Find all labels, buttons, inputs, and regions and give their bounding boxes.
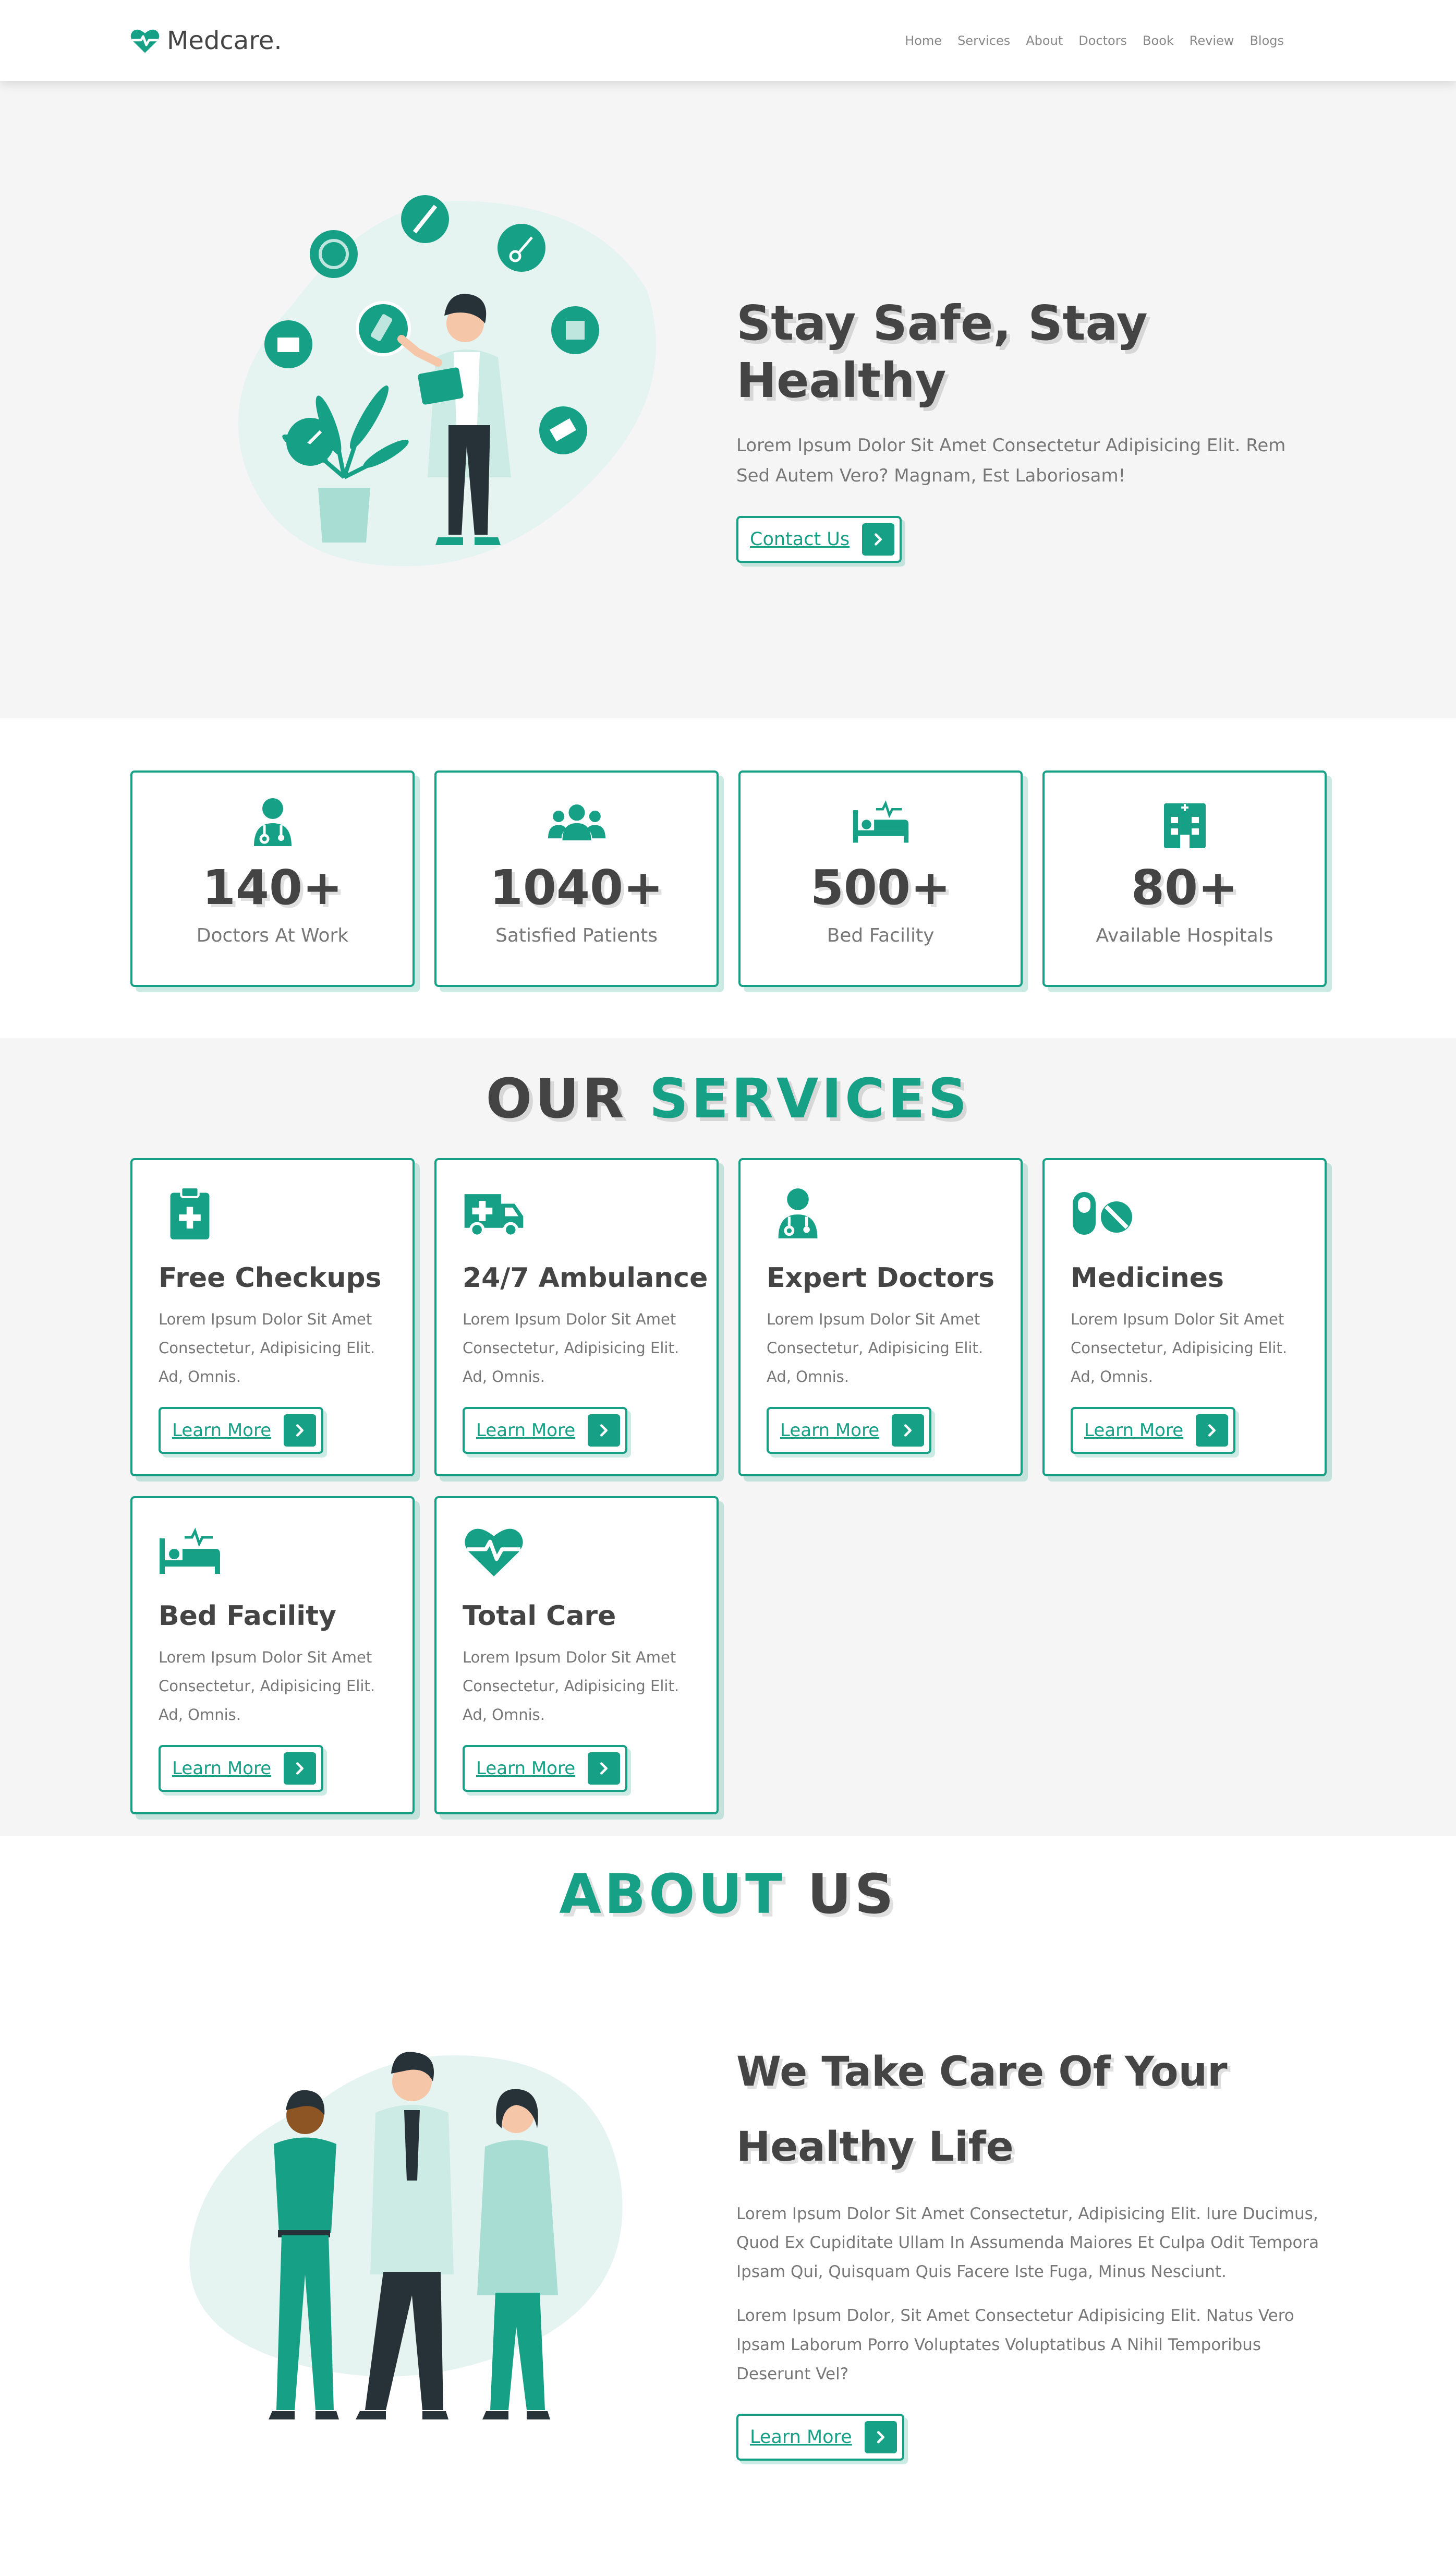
service-description: Lorem Ipsum Dolor Sit Amet Consectetur, … [1071, 1310, 1288, 1386]
services-heading: OUR SERVICES [0, 1067, 1456, 1130]
clipboard-icon [159, 1186, 221, 1241]
about-title: We Take Care Of Your Healthy Life [736, 2049, 1228, 2171]
learn-more-label: Learn More [750, 2427, 852, 2448]
service-description: Lorem Ipsum Dolor Sit Amet Consectetur, … [767, 1310, 984, 1386]
learn-more-button[interactable]: Learn More [767, 1407, 932, 1454]
learn-more-label: Learn More [780, 1420, 880, 1441]
stat-label: Satisfied Patients [495, 925, 658, 946]
learn-more-label: Learn More [172, 1420, 272, 1441]
learn-more-label: Learn More [476, 1758, 576, 1779]
about-heading-part2: US [807, 1862, 897, 1926]
about-heading: ABOUT US [0, 1862, 1456, 1926]
main-nav: Home Services About Doctors Book Review … [905, 33, 1284, 48]
hero-description: Lorem Ipsum Dolor Sit Amet Consectetur A… [736, 435, 1286, 486]
service-title: 24/7 Ambulance [463, 1262, 708, 1294]
hero-title: Stay Safe, Stay Healthy [736, 295, 1148, 409]
service-title: Free Checkups [159, 1262, 382, 1294]
learn-more-button[interactable]: Learn More [159, 1407, 324, 1454]
stat-label: Doctors At Work [196, 925, 349, 946]
chevron-right-icon [588, 1414, 621, 1447]
learn-more-label: Learn More [172, 1758, 272, 1779]
learn-more-button[interactable]: Learn More [1071, 1407, 1236, 1454]
about-paragraph-2: Lorem Ipsum Dolor, Sit Amet Consectetur … [736, 2306, 1294, 2383]
services-heading-part1: OUR [486, 1067, 627, 1130]
learn-more-button[interactable]: Learn More [159, 1745, 324, 1792]
service-description: Lorem Ipsum Dolor Sit Amet Consectetur, … [463, 1310, 680, 1386]
nav-home[interactable]: Home [905, 33, 942, 48]
services-heading-part2: SERVICES [649, 1067, 970, 1130]
service-title: Total Care [463, 1600, 616, 1632]
heartbeat-icon [463, 1524, 525, 1579]
nav-review[interactable]: Review [1190, 33, 1234, 48]
service-description: Lorem Ipsum Dolor Sit Amet Consectetur, … [159, 1310, 375, 1386]
stat-doctors: 140+ Doctors At Work [130, 770, 415, 987]
about-paragraph-1: Lorem Ipsum Dolor Sit Amet Consectetur, … [736, 2204, 1319, 2282]
users-icon [548, 796, 605, 848]
doctor-illustration [238, 195, 656, 567]
stat-label: Available Hospitals [1096, 925, 1273, 946]
heartbeat-logo-icon [130, 27, 160, 54]
learn-more-button[interactable]: Learn More [463, 1745, 628, 1792]
contact-us-label: Contact Us [750, 529, 850, 550]
chevron-right-icon [892, 1414, 925, 1447]
chevron-right-icon [864, 2421, 897, 2454]
chevron-right-icon [1196, 1414, 1229, 1447]
stat-number: 140+ [202, 860, 343, 916]
service-card-ambulance: 24/7 Ambulance Lorem Ipsum Dolor Sit Ame… [434, 1158, 719, 1476]
service-card-medicines: Medicines Lorem Ipsum Dolor Sit Amet Con… [1042, 1158, 1327, 1476]
service-title: Medicines [1071, 1262, 1224, 1294]
service-card-checkups: Free Checkups Lorem Ipsum Dolor Sit Amet… [130, 1158, 415, 1476]
service-description: Lorem Ipsum Dolor Sit Amet Consectetur, … [463, 1648, 680, 1724]
doctor-icon [244, 796, 301, 848]
services-grid: Free Checkups Lorem Ipsum Dolor Sit Amet… [130, 1158, 1330, 1814]
stat-patients: 1040+ Satisfied Patients [434, 770, 719, 987]
service-card-doctors: Expert Doctors Lorem Ipsum Dolor Sit Ame… [738, 1158, 1023, 1476]
site-header: Medcare. Home Services About Doctors Boo… [0, 0, 1456, 81]
hero-section: Stay Safe, Stay Healthy Lorem Ipsum Dolo… [0, 81, 1456, 718]
stat-number: 80+ [1131, 860, 1239, 916]
chevron-right-icon [588, 1752, 621, 1785]
service-card-bed-facility: Bed Facility Lorem Ipsum Dolor Sit Amet … [130, 1496, 415, 1814]
nav-doctors[interactable]: Doctors [1078, 33, 1127, 48]
ambulance-icon [463, 1186, 525, 1241]
services-section: OUR SERVICES Free Checkups Lorem Ipsum D… [0, 1038, 1456, 1836]
stat-hospitals: 80+ Available Hospitals [1042, 770, 1327, 987]
nav-services[interactable]: Services [957, 33, 1010, 48]
service-card-total-care: Total Care Lorem Ipsum Dolor Sit Amet Co… [434, 1496, 719, 1814]
stat-number: 500+ [810, 860, 951, 916]
brand-name: Medcare. [167, 26, 282, 55]
nav-about[interactable]: About [1026, 33, 1063, 48]
hospital-icon [1156, 796, 1214, 848]
chevron-right-icon [862, 523, 895, 556]
medical-team-illustration [189, 2052, 623, 2419]
bed-icon [852, 796, 909, 848]
contact-us-button[interactable]: Contact Us [736, 516, 902, 563]
service-title: Bed Facility [159, 1600, 336, 1632]
service-title: Expert Doctors [767, 1262, 995, 1294]
hero-content: Stay Safe, Stay Healthy Lorem Ipsum Dolo… [736, 295, 1320, 563]
nav-book[interactable]: Book [1143, 33, 1174, 48]
stat-label: Bed Facility [827, 925, 935, 946]
learn-more-button[interactable]: Learn More [463, 1407, 628, 1454]
pills-icon [1071, 1186, 1133, 1241]
stats-section: 140+ Doctors At Work 1040+ Satisfied Pat… [130, 770, 1327, 987]
stat-number: 1040+ [489, 860, 664, 916]
about-content: We Take Care Of Your Healthy Life Lorem … [736, 2034, 1326, 2461]
service-description: Lorem Ipsum Dolor Sit Amet Consectetur, … [159, 1648, 375, 1724]
about-learn-more-button[interactable]: Learn More [736, 2414, 904, 2461]
learn-more-label: Learn More [1084, 1420, 1184, 1441]
doctor-icon [767, 1186, 829, 1241]
about-heading-part1: ABOUT [559, 1862, 785, 1926]
chevron-right-icon [284, 1752, 317, 1785]
learn-more-label: Learn More [476, 1420, 576, 1441]
stat-beds: 500+ Bed Facility [738, 770, 1023, 987]
chevron-right-icon [284, 1414, 317, 1447]
nav-blogs[interactable]: Blogs [1249, 33, 1284, 48]
bed-icon [159, 1524, 221, 1579]
brand-logo[interactable]: Medcare. [130, 26, 282, 55]
